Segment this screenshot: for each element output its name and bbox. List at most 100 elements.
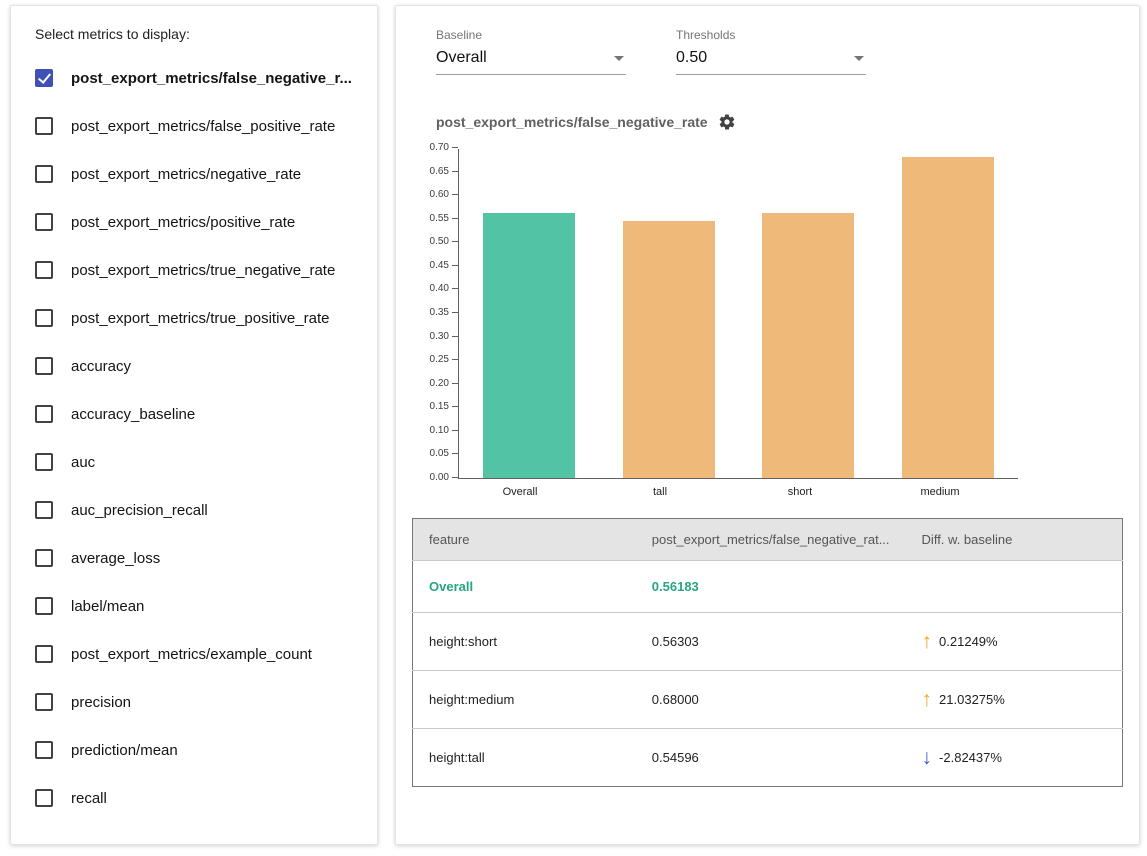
feature-cell: height:medium (413, 671, 636, 729)
metric-checkbox-item[interactable]: prediction/mean (35, 726, 353, 774)
controls-row: Baseline Overall Thresholds 0.50 (436, 28, 1123, 75)
diff-percent-text: -2.82437% (939, 750, 1002, 765)
y-axis-tick-label: 0.10 (430, 426, 449, 436)
table-header-cell: post_export_metrics/false_negative_rat..… (636, 519, 906, 561)
metric-label: accuracy (71, 358, 131, 375)
diff-percent-text: 21.03275% (939, 692, 1005, 707)
metric-checkbox-item[interactable]: accuracy_baseline (35, 390, 353, 438)
y-axis-tick-label: 0.20 (430, 379, 449, 389)
diff-cell: ↑21.03275% (906, 671, 1123, 729)
bar-slot (739, 213, 879, 478)
thresholds-select-label: Thresholds (676, 28, 866, 42)
checkbox-checked-icon[interactable] (35, 69, 53, 87)
bar-Overall[interactable] (483, 213, 575, 478)
metric-label: auc_precision_recall (71, 502, 208, 519)
checkbox-unchecked-icon[interactable] (35, 117, 53, 135)
baseline-select-value[interactable]: Overall (436, 47, 626, 75)
bar-chart: 0.000.050.100.150.200.250.300.350.400.45… (420, 149, 1123, 479)
table-row: height:medium0.68000↑21.03275% (413, 671, 1123, 729)
metric-label: average_loss (71, 550, 160, 567)
y-axis-tick-label: 0.05 (430, 449, 449, 459)
metric-checkbox-item[interactable]: average_loss (35, 534, 353, 582)
metric-checkbox-item[interactable]: post_export_metrics/true_positive_rate (35, 294, 353, 342)
settings-gear-icon[interactable] (718, 113, 736, 131)
metrics-list: post_export_metrics/false_negative_r...p… (35, 54, 353, 822)
metrics-panel-title: Select metrics to display: (35, 26, 353, 42)
metric-checkbox-item[interactable]: label/mean (35, 582, 353, 630)
metric-checkbox-item[interactable]: accuracy (35, 342, 353, 390)
checkbox-unchecked-icon[interactable] (35, 213, 53, 231)
metric-checkbox-item[interactable]: post_export_metrics/false_negative_r... (35, 54, 353, 102)
metric-label: prediction/mean (71, 742, 178, 759)
metrics-table: featurepost_export_metrics/false_negativ… (412, 518, 1123, 787)
diff-cell (906, 561, 1123, 613)
dropdown-arrow-icon (614, 56, 624, 61)
metrics-select-panel: Select metrics to display: post_export_m… (10, 5, 378, 845)
down-arrow-icon: ↓ (922, 747, 933, 768)
checkbox-unchecked-icon[interactable] (35, 261, 53, 279)
metric-checkbox-item[interactable]: post_export_metrics/positive_rate (35, 198, 353, 246)
x-axis-tick-label: Overall (450, 479, 590, 498)
baseline-select[interactable]: Baseline Overall (436, 28, 626, 75)
table-row: height:tall0.54596↓-2.82437% (413, 729, 1123, 787)
y-axis-tick-label: 0.40 (430, 284, 449, 294)
metric-checkbox-item[interactable]: post_export_metrics/example_count (35, 630, 353, 678)
checkbox-unchecked-icon[interactable] (35, 501, 53, 519)
metric-value-cell: 0.56183 (636, 561, 906, 613)
checkbox-unchecked-icon[interactable] (35, 405, 53, 423)
table-header-row: featurepost_export_metrics/false_negativ… (413, 519, 1123, 561)
metric-checkbox-item[interactable]: post_export_metrics/true_negative_rate (35, 246, 353, 294)
chart-title: post_export_metrics/false_negative_rate (436, 114, 708, 130)
thresholds-select-value[interactable]: 0.50 (676, 47, 866, 75)
metric-checkbox-item[interactable]: auc_precision_recall (35, 486, 353, 534)
metric-checkbox-item[interactable]: post_export_metrics/negative_rate (35, 150, 353, 198)
metric-label: post_export_metrics/true_positive_rate (71, 310, 329, 327)
feature-cell: height:short (413, 613, 636, 671)
feature-cell: Overall (413, 561, 636, 613)
checkbox-unchecked-icon[interactable] (35, 597, 53, 615)
metric-label: recall (71, 790, 107, 807)
table-row: Overall0.56183 (413, 561, 1123, 613)
bar-tall[interactable] (623, 221, 715, 478)
bar-medium[interactable] (902, 157, 994, 478)
checkbox-unchecked-icon[interactable] (35, 693, 53, 711)
metric-label: post_export_metrics/true_negative_rate (71, 262, 335, 279)
y-axis-tick-label: 0.70 (430, 143, 449, 153)
up-arrow-icon: ↑ (922, 631, 933, 652)
metric-checkbox-item[interactable]: auc (35, 438, 353, 486)
bar-slot (878, 157, 1018, 478)
checkbox-unchecked-icon[interactable] (35, 645, 53, 663)
table-header-cell: Diff. w. baseline (906, 519, 1123, 561)
x-axis-tick-label: short (730, 479, 870, 498)
checkbox-unchecked-icon[interactable] (35, 453, 53, 471)
y-axis-tick-label: 0.30 (430, 332, 449, 342)
checkbox-unchecked-icon[interactable] (35, 789, 53, 807)
diff-cell: ↓ -2.82437% (906, 729, 1123, 787)
metric-checkbox-item[interactable]: precision (35, 678, 353, 726)
checkbox-unchecked-icon[interactable] (35, 165, 53, 183)
thresholds-select[interactable]: Thresholds 0.50 (676, 28, 866, 75)
checkbox-unchecked-icon[interactable] (35, 357, 53, 375)
diff-percent-text: 0.21249% (939, 634, 998, 649)
x-axis-tick-label: tall (590, 479, 730, 498)
y-axis-tick-label: 0.15 (430, 402, 449, 412)
y-axis-tick-label: 0.65 (430, 167, 449, 177)
y-axis-tick-label: 0.50 (430, 237, 449, 247)
metric-label: auc (71, 454, 95, 471)
chart-x-axis-labels: Overalltallshortmedium (450, 479, 1010, 498)
checkbox-unchecked-icon[interactable] (35, 549, 53, 567)
y-axis-tick-label: 0.45 (430, 261, 449, 271)
chart-y-axis: 0.000.050.100.150.200.250.300.350.400.45… (420, 149, 458, 479)
bar-short[interactable] (762, 213, 854, 478)
results-panel: Baseline Overall Thresholds 0.50 post_ex… (395, 5, 1140, 845)
metric-value-cell: 0.56303 (636, 613, 906, 671)
table-row: height:short0.56303 ↑ 0.21249% (413, 613, 1123, 671)
baseline-selected-option: Overall (436, 49, 487, 67)
metric-checkbox-item[interactable]: post_export_metrics/false_positive_rate (35, 102, 353, 150)
checkbox-unchecked-icon[interactable] (35, 741, 53, 759)
metric-value-cell: 0.54596 (636, 729, 906, 787)
checkbox-unchecked-icon[interactable] (35, 309, 53, 327)
metric-checkbox-item[interactable]: recall (35, 774, 353, 822)
metric-label: accuracy_baseline (71, 406, 195, 423)
y-axis-tick-label: 0.25 (430, 355, 449, 365)
